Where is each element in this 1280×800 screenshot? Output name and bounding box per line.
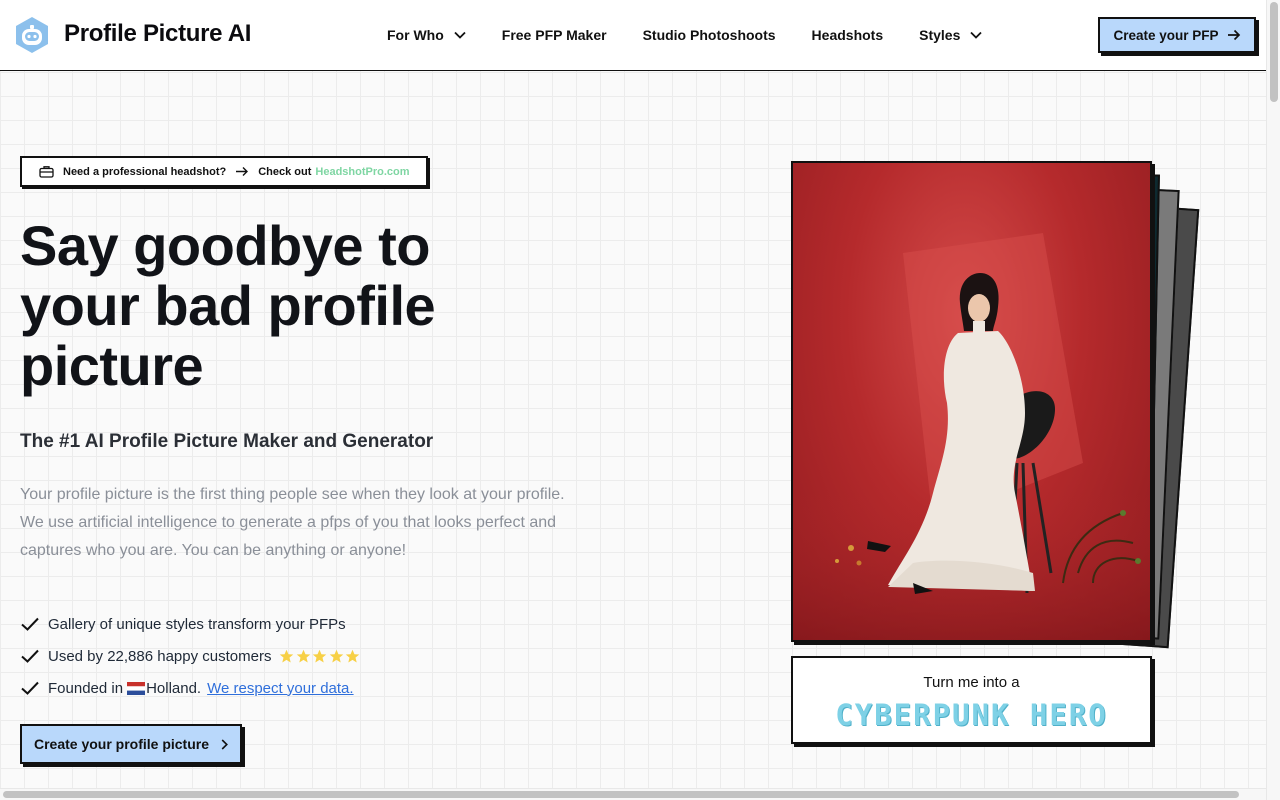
robot-logo-icon[interactable] [13, 16, 51, 54]
badge-question: Need a professional headshot? [63, 165, 227, 178]
vertical-scrollbar[interactable] [1266, 0, 1280, 800]
feature-text: Founded in [48, 679, 124, 697]
feature-item: Gallery of unique styles transform your … [20, 608, 362, 640]
brand-name[interactable]: Profile Picture AI [64, 20, 251, 48]
feature-text: Gallery of unique styles transform your … [48, 615, 346, 633]
briefcase-icon [39, 166, 54, 178]
arrow-right-icon [1227, 29, 1240, 41]
checkmark-icon [21, 681, 39, 695]
create-profile-picture-button[interactable]: Create your profile picture [20, 724, 242, 764]
nav-label: Free PFP Maker [501, 27, 607, 43]
headshotpro-link[interactable]: HeadshotPro.com [315, 166, 409, 178]
horizontal-scrollbar-thumb[interactable] [3, 791, 1239, 798]
feature-text: Holland. [146, 679, 202, 697]
nav-free-pfp-maker[interactable]: Free PFP Maker [502, 27, 607, 43]
star-icon [280, 649, 294, 662]
feature-item: Founded in Holland. We respect your data… [20, 672, 362, 704]
feature-list: Gallery of unique styles transform your … [20, 608, 362, 704]
star-icon [296, 649, 311, 662]
nav-label: Headshots [811, 27, 884, 43]
nav-styles[interactable]: Styles [919, 27, 983, 43]
nav-studio-photoshoots[interactable]: Studio Photoshoots [643, 27, 776, 43]
horizontal-scrollbar[interactable] [0, 788, 1266, 800]
data-privacy-link[interactable]: We respect your data. [207, 680, 353, 697]
chevron-down-icon [970, 31, 983, 39]
main-nav: For Who Free PFP Maker Studio Photoshoot… [387, 25, 1018, 45]
style-caption-card: Turn me into a CYBERPUNK HERO [791, 656, 1152, 744]
example-profile-photo [791, 161, 1152, 642]
hero-title: Say goodbye to your bad profile picture [20, 216, 540, 396]
checkmark-icon [21, 649, 39, 663]
style-name-text: CYBERPUNK HERO [835, 698, 1108, 732]
badge-check-out: Check out [258, 165, 312, 178]
hero-subtitle: The #1 AI Profile Picture Maker and Gene… [20, 431, 434, 452]
feature-text: Used by 22,886 happy customers [48, 647, 272, 665]
feature-item: Used by 22,886 happy customers [20, 640, 362, 672]
page: Profile Picture AI For Who Free PFP Make… [0, 0, 1266, 788]
headshot-promo-badge[interactable]: Need a professional headshot? Check out … [20, 156, 428, 187]
arrow-right-icon [236, 167, 249, 176]
hero-title-line: your bad profile [20, 274, 436, 337]
chevron-right-icon [221, 738, 228, 750]
netherlands-flag-icon [127, 681, 146, 695]
vertical-scrollbar-thumb[interactable] [1270, 2, 1278, 102]
star-icon [313, 649, 327, 662]
woman-portrait-image [793, 233, 1150, 640]
chevron-down-icon [454, 31, 466, 39]
create-pfp-label: Create your PFP [1113, 27, 1219, 43]
star-icon [329, 649, 344, 662]
nav-headshots[interactable]: Headshots [812, 27, 884, 43]
turn-me-into-label: Turn me into a [923, 674, 1020, 691]
create-pfp-button[interactable]: Create your PFP [1098, 17, 1256, 53]
star-icon [346, 649, 360, 662]
hero-title-line: picture [20, 334, 204, 397]
nav-label: For Who [387, 27, 444, 43]
nav-label: Styles [919, 27, 961, 43]
hero-title-line: Say goodbye to [20, 214, 430, 277]
checkmark-icon [21, 617, 39, 631]
nav-for-who[interactable]: For Who [387, 27, 466, 43]
nav-label: Studio Photoshoots [642, 27, 776, 43]
create-profile-picture-label: Create your profile picture [33, 736, 210, 752]
five-star-rating [279, 649, 362, 664]
hero-description: Your profile picture is the first thing … [20, 486, 565, 559]
site-header: Profile Picture AI For Who Free PFP Make… [0, 0, 1266, 71]
